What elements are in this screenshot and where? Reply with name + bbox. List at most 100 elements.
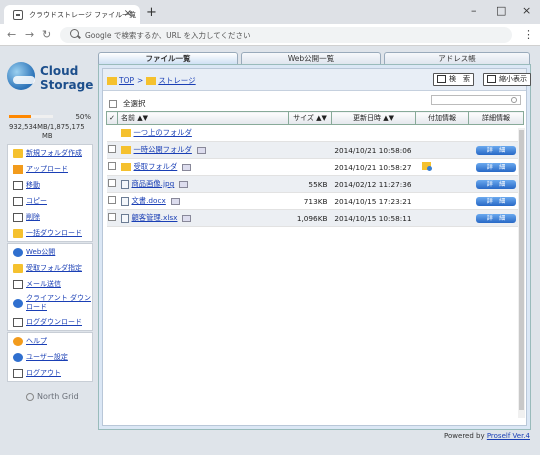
sidebar-item-label[interactable]: クライアント ダウンロード <box>26 294 92 312</box>
header-extra: 付加情報 <box>415 111 469 125</box>
sidebar-item-label[interactable]: メール送信 <box>26 279 61 289</box>
footer-link[interactable]: Proself Ver.4 <box>487 432 530 440</box>
sidebar-item-move[interactable]: 移動 <box>8 177 92 193</box>
row-name-link[interactable]: 商品画像.jpg <box>132 179 175 188</box>
scrollbar-thumb[interactable] <box>519 130 524 410</box>
detail-button[interactable]: 詳 細 <box>476 214 516 223</box>
sidebar-item-delete[interactable]: 削除 <box>8 209 92 225</box>
preview-icon[interactable] <box>179 180 189 188</box>
sidebar-item-user-settings[interactable]: ユーザー設定 <box>8 349 92 365</box>
row-date: 2014/10/21 10:58:06 <box>331 141 416 159</box>
tab-address-book[interactable]: アドレス帳 <box>384 52 530 64</box>
sidebar-item-copy[interactable]: コピー <box>8 193 92 209</box>
sidebar-item-label[interactable]: ユーザー設定 <box>26 352 68 362</box>
breadcrumb: TOP > ストレージ <box>107 75 196 86</box>
filter-input[interactable] <box>431 95 521 105</box>
sidebar-item-help[interactable]: ヘルプ <box>8 333 92 349</box>
sidebar-item-label[interactable]: ログアウト <box>26 368 61 378</box>
back-icon[interactable]: ← <box>7 28 16 41</box>
sidebar-item-log-download[interactable]: ログダウンロード <box>8 314 92 330</box>
table-row[interactable]: 文書.docx 713KB 2014/10/15 17:23:21 詳 細 <box>106 192 524 210</box>
row-checkbox[interactable] <box>108 196 116 204</box>
north-grid-logo-icon <box>26 392 34 401</box>
vertical-scrollbar[interactable] <box>518 128 525 418</box>
sidebar-item-client-download[interactable]: クライアント ダウンロード <box>8 292 92 314</box>
sidebar-item-upload[interactable]: アップロード <box>8 161 92 177</box>
table-row[interactable]: 受取フォルダ 2014/10/21 10:58:27 詳 細 <box>106 158 524 176</box>
row-name-link[interactable]: 受取フォルダ <box>134 162 178 171</box>
row-name-link[interactable]: 顧客管理.xlsx <box>132 213 178 222</box>
sidebar-item-logout[interactable]: ログアウト <box>8 365 92 381</box>
table-row[interactable]: 顧客管理.xlsx 1,096KB 2014/10/15 10:58:11 詳 細 <box>106 209 524 227</box>
inbox-folder-badge-icon <box>421 162 432 171</box>
browser-menu-icon[interactable]: ⋮ <box>523 28 534 41</box>
reload-icon[interactable]: ↻ <box>42 28 51 41</box>
north-grid-brand: North Grid <box>26 392 79 401</box>
tab-web-publish-list[interactable]: Web公開一覧 <box>241 52 381 64</box>
row-name-cell: 商品画像.jpg <box>117 175 289 193</box>
address-bar[interactable]: Google で検索するか、URL を入力してください <box>60 27 512 43</box>
row-name-link[interactable]: 文書.docx <box>132 196 166 205</box>
preview-icon[interactable] <box>170 197 180 205</box>
header-detail: 詳細情報 <box>468 111 524 125</box>
sidebar-item-label[interactable]: 一括ダウンロード <box>26 228 82 238</box>
sidebar-item-label[interactable]: ヘルプ <box>26 336 47 346</box>
logout-icon <box>13 368 23 378</box>
header-name[interactable]: 名前 ▲▼ <box>117 111 289 125</box>
tab-file-list[interactable]: ファイル一覧 <box>98 52 238 64</box>
forward-icon[interactable]: → <box>25 28 34 41</box>
row-name-cell: 顧客管理.xlsx <box>117 209 289 227</box>
sidebar-item-label[interactable]: 移動 <box>26 180 40 190</box>
web-publish-icon <box>13 247 23 257</box>
minimize-icon[interactable]: – <box>471 4 477 17</box>
breadcrumb-current[interactable]: ストレージ <box>158 75 195 86</box>
row-name-link[interactable]: 一時公開フォルダ <box>134 145 192 154</box>
detail-button[interactable]: 詳 細 <box>476 163 516 172</box>
detail-button[interactable]: 詳 細 <box>476 180 516 189</box>
maximize-icon[interactable]: □ <box>496 4 506 17</box>
preview-icon[interactable] <box>196 146 206 154</box>
preview-icon[interactable] <box>182 214 192 222</box>
breadcrumb-separator: > <box>137 76 144 85</box>
sidebar-item-label[interactable]: コピー <box>26 196 47 206</box>
select-all-checkbox[interactable] <box>109 99 117 108</box>
sidebar-item-label[interactable]: ログダウンロード <box>26 317 82 327</box>
close-window-icon[interactable]: × <box>522 4 531 17</box>
sidebar-item-web-publish[interactable]: Web公開 <box>8 244 92 260</box>
sidebar-item-label[interactable]: 新規フォルダ作成 <box>26 148 82 158</box>
download-icon <box>13 228 23 238</box>
detail-button[interactable]: 詳 細 <box>476 197 516 206</box>
row-checkbox[interactable] <box>108 179 116 187</box>
breadcrumb-top[interactable]: TOP <box>119 76 134 85</box>
sidebar-item-label[interactable]: アップロード <box>26 164 68 174</box>
sidebar-item-send-mail[interactable]: メール送信 <box>8 276 92 292</box>
header-size[interactable]: サイズ ▲▼ <box>288 111 332 125</box>
close-tab-icon[interactable]: × <box>124 8 132 19</box>
row-checkbox[interactable] <box>108 162 116 170</box>
delete-icon <box>13 212 23 222</box>
sidebar-item-new-folder[interactable]: 新規フォルダ作成 <box>8 145 92 161</box>
table-row[interactable]: 一つ上のフォルダ <box>106 124 524 142</box>
search-button[interactable]: 検 索 <box>433 73 474 86</box>
shrink-view-button[interactable]: 縮小表示 <box>483 73 531 86</box>
header-date[interactable]: 更新日時 ▲▼ <box>331 111 416 125</box>
row-checkbox[interactable] <box>108 145 116 153</box>
row-detail-cell: 詳 細 <box>468 175 524 193</box>
new-tab-icon[interactable]: + <box>146 5 157 20</box>
row-checkbox[interactable] <box>108 213 116 221</box>
sidebar-item-label[interactable]: 受取フォルダ指定 <box>26 263 82 273</box>
select-all[interactable]: 全選択 <box>109 98 146 109</box>
shrink-view-label: 縮小表示 <box>499 75 527 83</box>
sidebar-item-label[interactable]: Web公開 <box>26 247 55 257</box>
sidebar-item-label[interactable]: 削除 <box>26 212 40 222</box>
row-extra-cell <box>415 192 469 210</box>
browser-tab[interactable]: クラウドストレージ ファイル一覧 × <box>4 5 140 24</box>
preview-icon[interactable] <box>182 163 192 171</box>
table-row[interactable]: 一時公開フォルダ 2014/10/21 10:58:06 詳 細 <box>106 141 524 159</box>
row-name-link[interactable]: 一つ上のフォルダ <box>134 128 192 137</box>
sidebar-item-bulk-download[interactable]: 一括ダウンロード <box>8 225 92 241</box>
sidebar-item-inbox-folder[interactable]: 受取フォルダ指定 <box>8 260 92 276</box>
table-row[interactable]: 商品画像.jpg 55KB 2014/02/12 11:27:36 詳 細 <box>106 175 524 193</box>
globe-icon <box>7 62 35 90</box>
detail-button[interactable]: 詳 細 <box>476 146 516 155</box>
